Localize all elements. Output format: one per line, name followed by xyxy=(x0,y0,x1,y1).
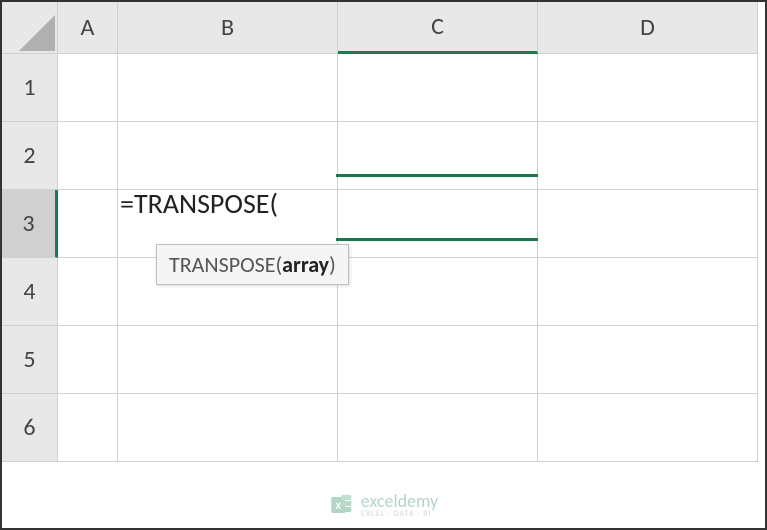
watermark-brand: exceldemy xyxy=(361,492,438,510)
watermark-tagline: EXCEL · DATA · BI xyxy=(361,510,438,518)
select-all-corner[interactable] xyxy=(2,2,58,54)
cell-d1[interactable] xyxy=(538,54,758,122)
spreadsheet-grid: A B C D 1 2 3 4 5 6 xyxy=(2,2,765,462)
select-all-triangle-icon xyxy=(19,15,55,51)
row-header-5[interactable]: 5 xyxy=(2,326,58,394)
cell-d6[interactable] xyxy=(538,394,758,462)
cell-d4[interactable] xyxy=(538,258,758,326)
cell-b6[interactable] xyxy=(118,394,338,462)
watermark: X exceldemy EXCEL · DATA · BI xyxy=(329,492,438,518)
cell-b1[interactable] xyxy=(118,54,338,122)
cell-c1[interactable] xyxy=(338,54,538,122)
cell-c5[interactable] xyxy=(338,326,538,394)
cell-c3[interactable] xyxy=(338,190,538,258)
cell-a6[interactable] xyxy=(58,394,118,462)
cell-c6[interactable] xyxy=(338,394,538,462)
svg-text:X: X xyxy=(335,499,341,512)
cell-c2[interactable] xyxy=(338,122,538,190)
cell-a4[interactable] xyxy=(58,258,118,326)
selection-border-bottom xyxy=(336,238,538,241)
tooltip-close-paren: ) xyxy=(329,251,336,278)
cell-c4[interactable] xyxy=(338,258,538,326)
row-header-4[interactable]: 4 xyxy=(2,258,58,326)
cell-d3[interactable] xyxy=(538,190,758,258)
formula-edit-text[interactable]: =TRANSPOSE( xyxy=(120,186,278,221)
formula-tooltip[interactable]: TRANSPOSE(array) xyxy=(156,244,349,285)
cell-a2[interactable] xyxy=(58,122,118,190)
row-header-2[interactable]: 2 xyxy=(2,122,58,190)
cell-a3[interactable] xyxy=(58,190,118,258)
selection-border-top xyxy=(336,174,538,177)
tooltip-func-name: TRANSPOSE( xyxy=(169,251,282,278)
row-header-6[interactable]: 6 xyxy=(2,394,58,462)
excel-logo-icon: X xyxy=(329,493,353,517)
col-header-d[interactable]: D xyxy=(538,2,758,54)
col-header-c[interactable]: C xyxy=(338,2,538,54)
cell-b2[interactable] xyxy=(118,122,338,190)
cell-a5[interactable] xyxy=(58,326,118,394)
row-header-3[interactable]: 3 xyxy=(2,190,58,258)
col-header-b[interactable]: B xyxy=(118,2,338,54)
cell-b5[interactable] xyxy=(118,326,338,394)
cell-d2[interactable] xyxy=(538,122,758,190)
cell-d5[interactable] xyxy=(538,326,758,394)
row-header-1[interactable]: 1 xyxy=(2,54,58,122)
col-header-a[interactable]: A xyxy=(58,2,118,54)
tooltip-argument[interactable]: array xyxy=(282,251,329,278)
cell-a1[interactable] xyxy=(58,54,118,122)
